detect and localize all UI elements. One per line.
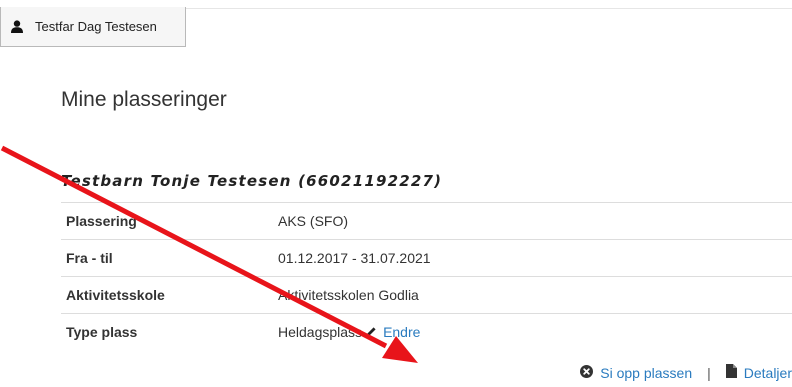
row-label: Fra - til	[61, 239, 273, 277]
times-circle-icon	[580, 364, 594, 381]
row-value: Aktivitetsskolen Godlia	[273, 276, 792, 314]
type-plass-value: Heldagsplass	[278, 323, 363, 340]
placement-table: Plassering AKS (SFO) Fra - til 01.12.201…	[61, 202, 792, 350]
header-divider	[186, 8, 792, 9]
details-link[interactable]: Detaljer	[725, 364, 792, 381]
row-label: Aktivitetsskole	[61, 276, 273, 314]
table-row: Plassering AKS (SFO)	[61, 202, 792, 240]
pencil-icon[interactable]	[365, 325, 377, 341]
table-row: Fra - til 01.12.2017 - 31.07.2021	[61, 239, 792, 277]
child-heading: Testbarn Tonje Testesen (66021192227)	[61, 172, 443, 190]
row-value: AKS (SFO)	[273, 202, 792, 240]
document-icon	[725, 364, 737, 381]
cancel-placement-link[interactable]: Si opp plassen	[580, 364, 693, 381]
row-value: 01.12.2017 - 31.07.2021	[273, 239, 792, 277]
user-menu-button[interactable]: Testfar Dag Testesen	[0, 7, 186, 47]
page-title: Mine plasseringer	[61, 88, 227, 111]
row-label: Type plass	[61, 313, 273, 350]
table-row: Aktivitetsskole Aktivitetsskolen Godlia	[61, 276, 792, 314]
user-name: Testfar Dag Testesen	[35, 19, 157, 34]
user-icon	[11, 20, 23, 33]
row-value: Heldagsplass Endre	[273, 313, 792, 350]
table-row: Type plass Heldagsplass Endre	[61, 313, 792, 350]
action-separator: |	[707, 364, 711, 381]
cancel-placement-label: Si opp plassen	[600, 364, 693, 381]
row-label: Plassering	[61, 202, 273, 240]
edit-link[interactable]: Endre	[383, 324, 420, 340]
details-label: Detaljer	[743, 364, 792, 381]
placement-actions: Si opp plassen | Detaljer	[580, 364, 792, 381]
